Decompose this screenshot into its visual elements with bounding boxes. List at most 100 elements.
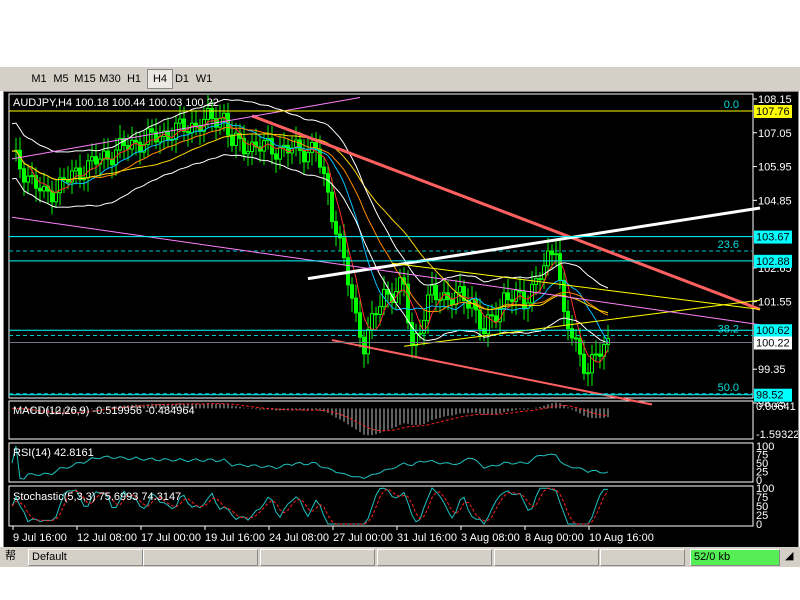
date-label: 24 Jul 08:00 <box>269 532 329 544</box>
candle-body <box>150 128 154 133</box>
candle-body <box>342 237 346 259</box>
candle-body <box>350 284 354 299</box>
status-cell <box>494 549 599 566</box>
candle-body <box>298 139 302 152</box>
timeframe-m15[interactable]: M15 <box>73 70 97 88</box>
price-tag-label: 102.88 <box>756 256 790 268</box>
fib-label: 50.0 <box>718 382 739 394</box>
macd-max-label: 0.00641 <box>756 401 796 413</box>
bollinger-lower <box>11 154 609 344</box>
candle-body <box>478 309 482 330</box>
timeframe-w1[interactable]: W1 <box>192 70 216 88</box>
rsi-line <box>11 445 609 480</box>
candle-body <box>182 118 186 132</box>
candle-body <box>338 233 342 239</box>
candle-body <box>302 150 306 163</box>
candle-body <box>18 149 22 170</box>
candle-body <box>22 168 26 183</box>
price-tick-label: 105.95 <box>758 162 792 174</box>
resize-grip-icon[interactable]: ◢ <box>782 549 797 564</box>
candle-body <box>174 122 178 140</box>
price-tick-label: 108.15 <box>758 94 792 106</box>
date-label: 19 Jul 16:00 <box>205 532 265 544</box>
traffic-indicator: 52/0 kb <box>690 549 780 566</box>
trendline <box>391 262 761 310</box>
candle-body <box>530 283 534 304</box>
fib-label: 23.6 <box>718 239 739 251</box>
candle-body <box>26 175 30 183</box>
status-cell <box>260 549 375 566</box>
date-label: 9 Jul 16:00 <box>13 532 67 544</box>
fib-label: 38.2 <box>718 323 739 335</box>
candle-body <box>566 311 570 330</box>
candle-body <box>374 313 378 316</box>
trendline <box>11 216 761 326</box>
status-bar: 帮 Default 52/0 kb ◢ <box>0 547 800 567</box>
candle-body <box>358 312 362 338</box>
candle-body <box>134 139 138 143</box>
candle-body <box>322 166 326 175</box>
candle-body <box>594 353 598 356</box>
price-tag-label: 103.67 <box>756 232 790 244</box>
status-cell <box>143 549 258 566</box>
price-tick-label: 107.05 <box>758 128 792 140</box>
profile-icon: 帮 <box>5 550 16 562</box>
candle-body <box>306 151 310 163</box>
candle-body <box>458 286 462 293</box>
panel-border <box>8 442 754 483</box>
timeframe-toolbar: M1 M5 M15 M30 H1 H4 D1 W1 <box>0 67 800 91</box>
status-cell <box>377 549 492 566</box>
date-label: 12 Jul 08:00 <box>77 532 137 544</box>
candle-body <box>490 314 494 317</box>
rsi-label: RSI(14) 42.8161 <box>13 447 94 459</box>
candle-body <box>398 277 402 293</box>
profile-name[interactable]: Default <box>28 549 143 566</box>
candle-body <box>54 192 58 203</box>
date-label: 27 Jul 00:00 <box>333 532 393 544</box>
candle-body <box>330 191 334 223</box>
candle-body <box>414 332 418 347</box>
price-tick-label: 104.85 <box>758 195 792 207</box>
timeframe-m1[interactable]: M1 <box>27 70 51 88</box>
date-label: 3 Aug 08:00 <box>461 532 520 544</box>
candle-body <box>274 153 278 160</box>
price-tag-label: 107.76 <box>756 106 790 118</box>
chart-canvas[interactable]: 108.15107.05105.95104.85102.65101.5599.3… <box>4 92 799 547</box>
macd-min-label: -1.59322 <box>756 429 798 441</box>
trendline <box>251 114 761 311</box>
timeframe-d1[interactable]: D1 <box>170 70 194 88</box>
date-label: 8 Aug 00:00 <box>525 532 584 544</box>
candle-body <box>138 141 142 153</box>
candle-body <box>206 108 210 120</box>
candle-body <box>370 313 374 331</box>
timeframe-h1[interactable]: H1 <box>122 70 146 88</box>
candle-body <box>334 221 338 235</box>
candle-body <box>538 278 542 281</box>
candle-body <box>582 353 586 374</box>
candle-body <box>450 299 454 306</box>
price-tick-label: 101.55 <box>758 297 792 309</box>
date-label: 17 Jul 00:00 <box>141 532 201 544</box>
timeframe-m5[interactable]: M5 <box>49 70 73 88</box>
candle-body <box>178 118 182 124</box>
price-tag-label: 100.22 <box>756 338 790 350</box>
candle-body <box>546 250 550 267</box>
candle-body <box>246 151 250 155</box>
candle-body <box>186 130 190 134</box>
fib-label: 0.0 <box>724 99 739 111</box>
candle-body <box>74 167 78 172</box>
candle-body <box>38 187 42 192</box>
candle-body <box>190 122 194 134</box>
candle-body <box>354 297 358 314</box>
price-tag-label: 100.62 <box>756 325 790 337</box>
candle-body <box>78 167 82 181</box>
chart-window[interactable]: 108.15 107.05 105.95 104.85 102.65 101.55 99.3… <box>3 91 799 548</box>
stoch-label: Stochastic(5,3,3) 75.6993 74.3147 <box>13 491 181 503</box>
chart-header: AUDJPY,H4 100.18 100.44 100.03 100.22 <box>13 97 219 109</box>
timeframe-m30[interactable]: M30 <box>98 70 122 88</box>
candle-body <box>86 160 90 179</box>
price-tick-label: 99.35 <box>758 364 786 376</box>
candle-body <box>586 372 590 375</box>
candle-body <box>494 315 498 323</box>
candle-body <box>194 122 198 127</box>
